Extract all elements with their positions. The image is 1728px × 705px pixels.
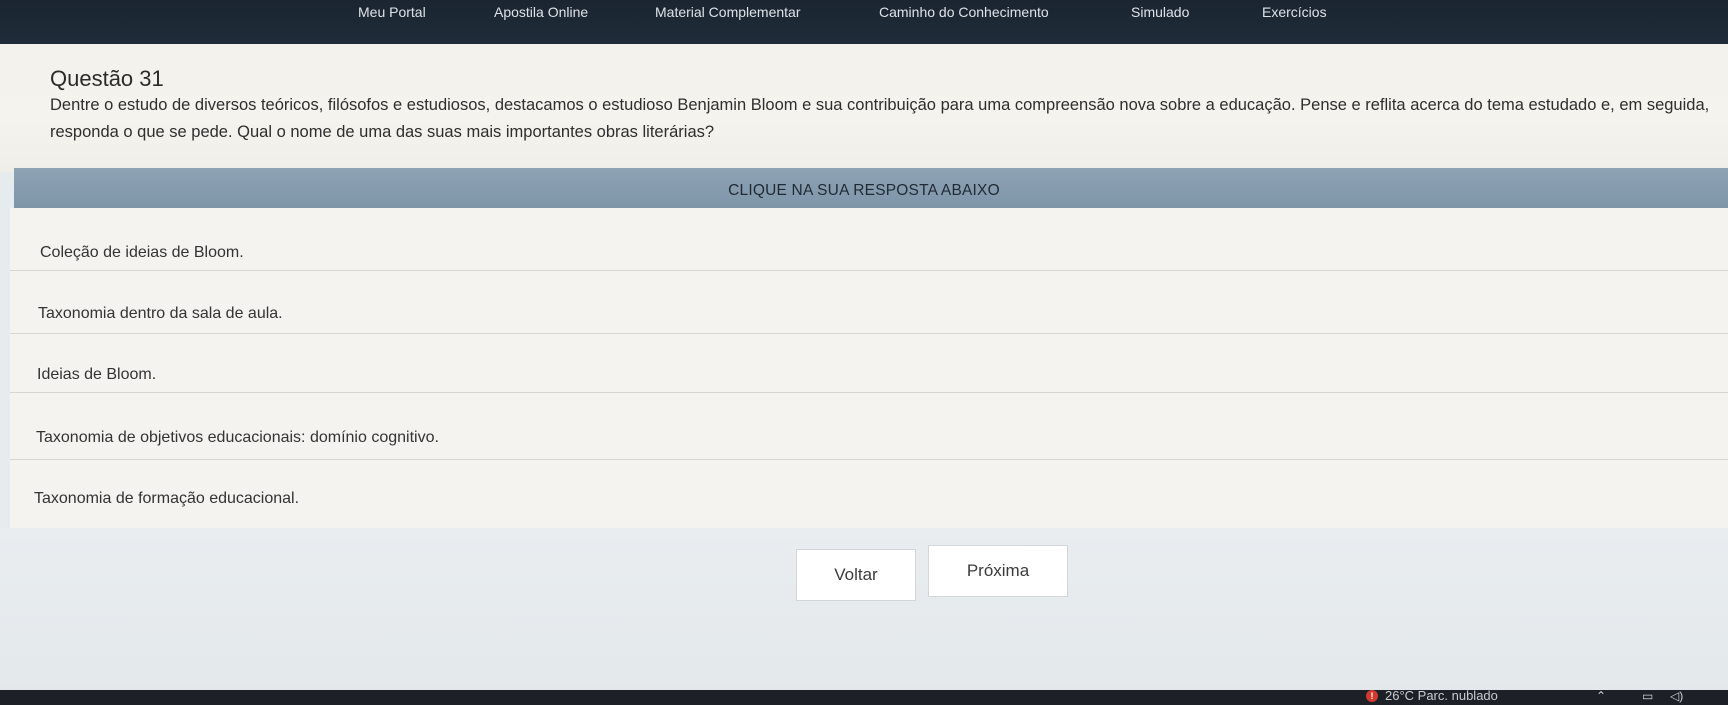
answer-option-label: Taxonomia de formação educacional. [34, 490, 300, 507]
answer-option-label: Taxonomia de objetivos educacionais: dom… [36, 429, 439, 446]
next-button[interactable]: Próxima [928, 545, 1068, 597]
answer-option-4[interactable]: Taxonomia de objetivos educacionais: dom… [10, 393, 1728, 460]
answer-option-1[interactable]: Coleção de ideias de Bloom. [10, 208, 1728, 271]
question-title: Questão 31 [50, 66, 164, 91]
nav-exercicios[interactable]: Exercícios [1262, 4, 1327, 20]
answer-option-label: Ideias de Bloom. [37, 366, 157, 383]
answer-option-5[interactable]: Taxonomia de formação educacional. [10, 460, 1728, 528]
answer-option-2[interactable]: Taxonomia dentro da sala de aula. [10, 271, 1728, 334]
answer-instruction: CLIQUE NA SUA RESPOSTA ABAIXO [728, 182, 1000, 199]
nav-caminho-do-conhecimento[interactable]: Caminho do Conhecimento [879, 4, 1049, 20]
answer-option-3[interactable]: Ideias de Bloom. [10, 334, 1728, 393]
weather-alert-icon[interactable]: ! [1366, 690, 1378, 702]
taskbar-weather[interactable]: 26°C Parc. nublado [1385, 688, 1498, 703]
nav-simulado[interactable]: Simulado [1131, 4, 1189, 20]
nav-apostila-online[interactable]: Apostila Online [494, 4, 588, 20]
nav-meu-portal[interactable]: Meu Portal [358, 4, 426, 20]
battery-icon[interactable]: ▭ [1642, 689, 1653, 703]
top-navigation: Meu Portal Apostila Online Material Comp… [0, 0, 1728, 44]
volume-icon[interactable]: ◁) [1670, 689, 1683, 703]
answer-option-label: Coleção de ideias de Bloom. [40, 244, 244, 261]
nav-material-complementar[interactable]: Material Complementar [655, 4, 801, 20]
chevron-up-icon[interactable]: ⌃ [1596, 689, 1606, 703]
answer-option-label: Taxonomia dentro da sala de aula. [38, 305, 283, 322]
back-button[interactable]: Voltar [796, 549, 916, 601]
question-text: Dentre o estudo de diversos teóricos, fi… [50, 96, 1710, 141]
